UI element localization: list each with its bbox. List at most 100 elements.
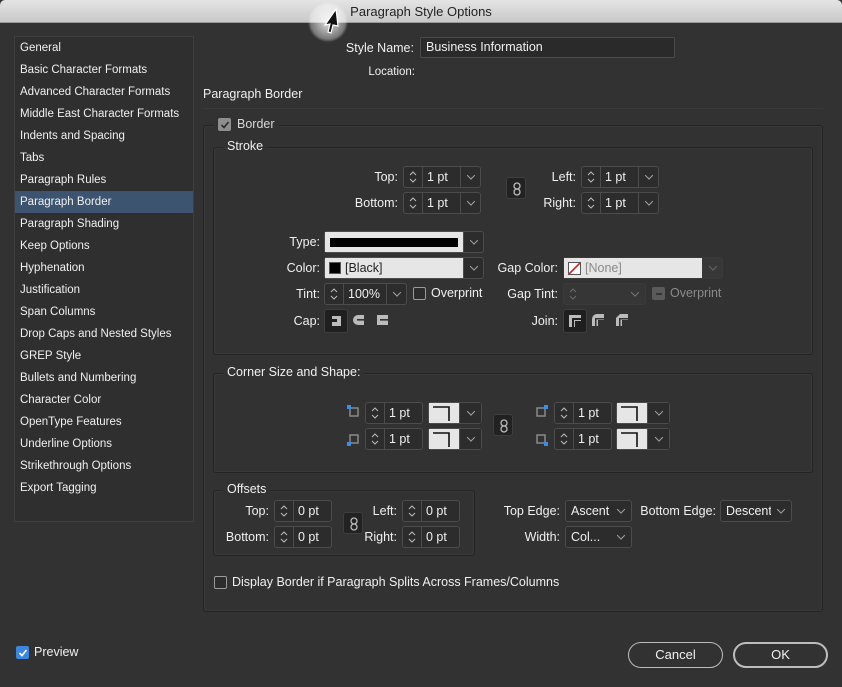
sidebar-item-grep-style[interactable]: GREP Style <box>15 345 193 367</box>
miter-join-button[interactable] <box>563 309 587 333</box>
stroke-bottom-value[interactable]: 1 pt <box>423 193 460 213</box>
gap-color-dropdown[interactable]: [None] <box>563 257 723 279</box>
sidebar-item-drop-caps-and-nested-styles[interactable]: Drop Caps and Nested Styles <box>15 323 193 345</box>
chevron-down-icon[interactable] <box>771 501 791 521</box>
sidebar-item-keep-options[interactable]: Keep Options <box>15 235 193 257</box>
offset-top-spinner[interactable]: 0 pt <box>274 500 332 522</box>
chevron-down-icon[interactable] <box>459 429 481 449</box>
chevron-down-icon[interactable] <box>702 258 722 278</box>
bottom-left-corner-spinner[interactable]: 1 pt <box>365 428 423 450</box>
sidebar-item-paragraph-border[interactable]: Paragraph Border <box>15 191 193 213</box>
stepper-arrows-icon[interactable] <box>275 527 294 547</box>
tint-spinner[interactable]: 100% <box>324 283 407 305</box>
tint-value[interactable]: 100% <box>344 284 386 304</box>
stroke-bottom-spinner[interactable]: 1 pt <box>403 192 481 214</box>
title-bar[interactable]: Paragraph Style Options <box>0 0 842 23</box>
chevron-down-icon[interactable] <box>611 501 631 521</box>
stroke-right-value[interactable]: 1 pt <box>601 193 638 213</box>
offset-bottom-spinner[interactable]: 0 pt <box>274 526 332 548</box>
gap-tint-value[interactable] <box>583 284 625 304</box>
top-right-corner-shape-dropdown[interactable] <box>616 402 670 424</box>
round-cap-button[interactable] <box>348 309 372 333</box>
stroke-left-spinner[interactable]: 1 pt <box>581 166 659 188</box>
stepper-arrows-icon[interactable] <box>582 193 601 213</box>
sidebar-item-paragraph-shading[interactable]: Paragraph Shading <box>15 213 193 235</box>
gap-overprint-checkbox[interactable] <box>652 287 665 300</box>
sidebar-item-tabs[interactable]: Tabs <box>15 147 193 169</box>
stepper-arrows-icon[interactable] <box>275 501 294 521</box>
stepper-arrows-icon[interactable] <box>325 284 344 304</box>
offset-left-spinner[interactable]: 0 pt <box>402 500 460 522</box>
chevron-down-icon[interactable] <box>463 232 483 252</box>
chevron-down-icon[interactable] <box>625 284 645 304</box>
stepper-arrows-icon[interactable] <box>403 527 422 547</box>
chevron-down-icon[interactable] <box>459 403 481 423</box>
stepper-arrows-icon[interactable] <box>564 284 583 304</box>
bottom-left-corner-value[interactable]: 1 pt <box>385 429 422 449</box>
sidebar-item-strikethrough-options[interactable]: Strikethrough Options <box>15 455 193 477</box>
style-name-input[interactable]: Business Information <box>420 37 675 58</box>
sidebar-item-paragraph-rules[interactable]: Paragraph Rules <box>15 169 193 191</box>
stepper-arrows-icon[interactable] <box>366 403 385 423</box>
offset-bottom-value[interactable]: 0 pt <box>294 527 331 547</box>
sidebar-item-general[interactable]: General <box>15 37 193 59</box>
sidebar-item-span-columns[interactable]: Span Columns <box>15 301 193 323</box>
bottom-right-corner-shape-dropdown[interactable] <box>616 428 670 450</box>
sidebar-item-character-color[interactable]: Character Color <box>15 389 193 411</box>
stroke-left-value[interactable]: 1 pt <box>601 167 638 187</box>
sidebar-item-underline-options[interactable]: Underline Options <box>15 433 193 455</box>
stepper-arrows-icon[interactable] <box>555 429 574 449</box>
stroke-top-spinner[interactable]: 1 pt <box>403 166 481 188</box>
top-left-corner-shape-dropdown[interactable] <box>428 402 482 424</box>
top-right-corner-value[interactable]: 1 pt <box>574 403 611 423</box>
overprint-checkbox[interactable] <box>413 287 426 300</box>
top-left-corner-spinner[interactable]: 1 pt <box>365 402 423 424</box>
chevron-down-icon[interactable] <box>463 258 483 278</box>
chevron-down-icon[interactable] <box>460 193 480 213</box>
preview-checkbox[interactable] <box>16 646 29 659</box>
sidebar-item-hyphenation[interactable]: Hyphenation <box>15 257 193 279</box>
stepper-arrows-icon[interactable] <box>404 167 423 187</box>
stroke-type-dropdown[interactable] <box>324 231 484 253</box>
corner-link-button[interactable] <box>493 414 513 436</box>
stepper-arrows-icon[interactable] <box>366 429 385 449</box>
category-list[interactable]: General Basic Character Formats Advanced C… <box>14 36 194 522</box>
round-join-button[interactable] <box>587 309 611 333</box>
width-dropdown[interactable]: Col... <box>565 526 632 548</box>
stroke-top-value[interactable]: 1 pt <box>423 167 460 187</box>
sidebar-item-export-tagging[interactable]: Export Tagging <box>15 477 193 499</box>
chevron-down-icon[interactable] <box>638 193 658 213</box>
chevron-down-icon[interactable] <box>647 429 669 449</box>
sidebar-item-bullets-and-numbering[interactable]: Bullets and Numbering <box>15 367 193 389</box>
stepper-arrows-icon[interactable] <box>555 403 574 423</box>
sidebar-item-opentype-features[interactable]: OpenType Features <box>15 411 193 433</box>
bottom-right-corner-spinner[interactable]: 1 pt <box>554 428 612 450</box>
projecting-cap-button[interactable] <box>372 309 396 333</box>
stepper-arrows-icon[interactable] <box>582 167 601 187</box>
stepper-arrows-icon[interactable] <box>404 193 423 213</box>
stroke-right-spinner[interactable]: 1 pt <box>581 192 659 214</box>
chevron-down-icon[interactable] <box>638 167 658 187</box>
butt-cap-button[interactable] <box>324 309 348 333</box>
bottom-left-corner-shape-dropdown[interactable] <box>428 428 482 450</box>
sidebar-item-justification[interactable]: Justification <box>15 279 193 301</box>
ok-button[interactable]: OK <box>733 642 828 668</box>
stroke-color-dropdown[interactable]: [Black] <box>324 257 484 279</box>
chevron-down-icon[interactable] <box>460 167 480 187</box>
top-right-corner-spinner[interactable]: 1 pt <box>554 402 612 424</box>
sidebar-item-middle-east-character-formats[interactable]: Middle East Character Formats <box>15 103 193 125</box>
gap-tint-spinner[interactable] <box>563 283 646 305</box>
offset-right-value[interactable]: 0 pt <box>422 527 459 547</box>
stepper-arrows-icon[interactable] <box>403 501 422 521</box>
offset-top-value[interactable]: 0 pt <box>294 501 331 521</box>
top-left-corner-value[interactable]: 1 pt <box>385 403 422 423</box>
chevron-down-icon[interactable] <box>386 284 406 304</box>
bottom-right-corner-value[interactable]: 1 pt <box>574 429 611 449</box>
bevel-join-button[interactable] <box>611 309 635 333</box>
sidebar-item-indents-and-spacing[interactable]: Indents and Spacing <box>15 125 193 147</box>
chevron-down-icon[interactable] <box>611 527 631 547</box>
sidebar-item-basic-character-formats[interactable]: Basic Character Formats <box>15 59 193 81</box>
offset-left-value[interactable]: 0 pt <box>422 501 459 521</box>
cancel-button[interactable]: Cancel <box>628 642 723 668</box>
chevron-down-icon[interactable] <box>647 403 669 423</box>
